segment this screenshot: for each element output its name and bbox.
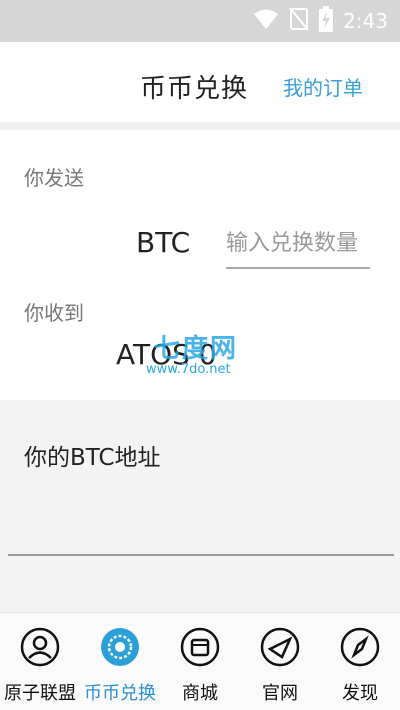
status-bar: 2:43 <box>0 0 400 42</box>
address-panel: 你的BTC地址 <box>0 400 400 612</box>
user-circle-icon <box>20 627 60 667</box>
tab-atomic-alliance[interactable]: 原子联盟 <box>0 613 80 710</box>
address-underline <box>8 554 394 556</box>
send-label: 你发送 <box>24 166 84 190</box>
tab-shop[interactable]: 商城 <box>160 613 240 710</box>
page-title: 币币兑换 <box>140 74 249 104</box>
compass-globe-icon <box>260 627 300 667</box>
wifi-icon <box>253 8 279 34</box>
status-icons: 2:43 <box>253 6 388 36</box>
tab-discover[interactable]: 发现 <box>320 613 400 710</box>
header: 币币兑换 我的订单 <box>0 42 400 122</box>
shop-icon <box>180 627 220 667</box>
tab-label: 官网 <box>262 683 298 704</box>
receive-label: 你收到 <box>24 301 84 325</box>
send-amount-underline <box>226 267 370 269</box>
tab-label: 币币兑换 <box>84 683 156 704</box>
tab-official-site[interactable]: 官网 <box>240 613 320 710</box>
tab-coin-exchange[interactable]: 币币兑换 <box>80 613 160 710</box>
my-orders-link[interactable]: 我的订单 <box>283 72 363 101</box>
exchange-coin-icon <box>100 627 140 667</box>
bottom-tab-bar: 原子联盟 币币兑换 商城 官网 发现 <box>0 612 400 710</box>
no-sim-icon <box>289 7 309 35</box>
tab-label: 发现 <box>342 683 378 704</box>
battery-charging-icon <box>319 6 334 36</box>
send-amount-input[interactable] <box>226 222 370 264</box>
btc-address-input[interactable] <box>8 500 394 552</box>
receive-value: ATOS 0 <box>116 338 217 371</box>
tab-label: 原子联盟 <box>4 683 76 704</box>
address-title: 你的BTC地址 <box>24 438 161 472</box>
address-title-text: 你的BTC地址 <box>24 445 161 471</box>
tab-label: 商城 <box>182 683 218 704</box>
discover-compass-icon <box>340 627 380 667</box>
send-currency: BTC <box>136 226 191 259</box>
status-time: 2:43 <box>343 9 388 33</box>
header-divider <box>0 122 400 130</box>
